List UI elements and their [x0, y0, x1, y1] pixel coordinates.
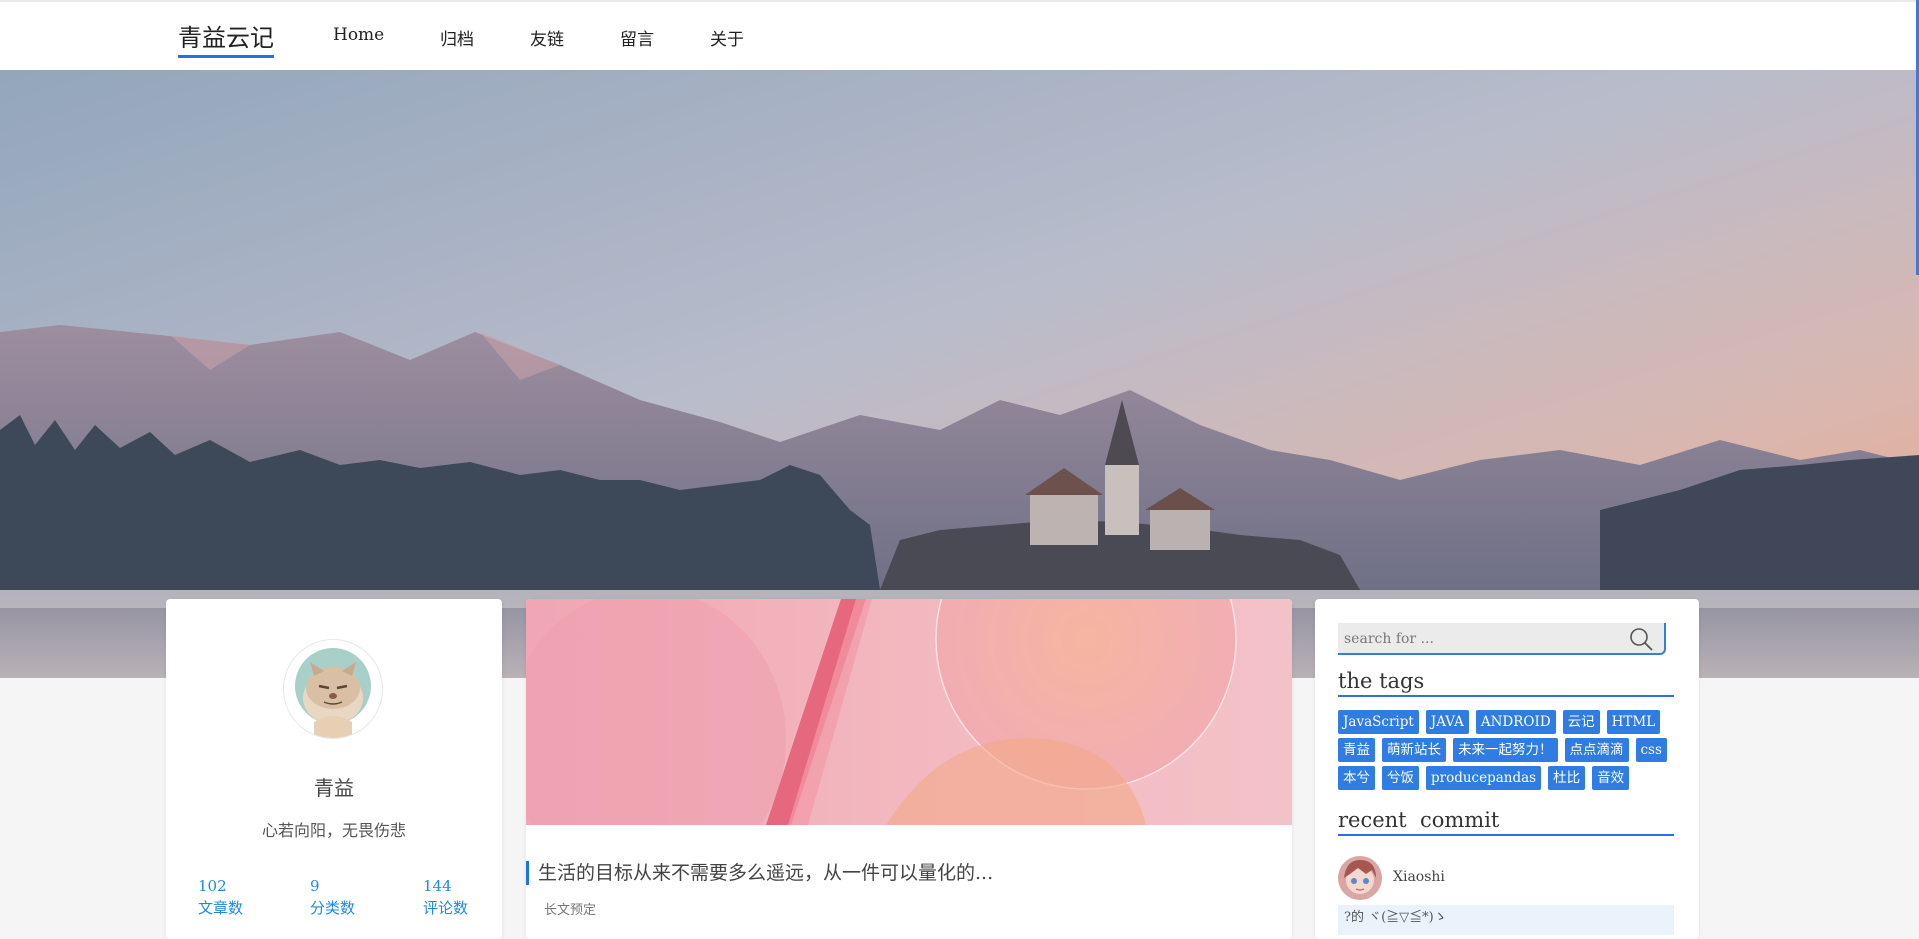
post-cover-image[interactable] [526, 599, 1292, 825]
tag-item[interactable]: 兮饭 [1382, 766, 1419, 790]
tag-item[interactable]: 杜比 [1548, 766, 1586, 790]
stat-categories[interactable]: 9 分类数 [310, 875, 355, 919]
tag-item[interactable]: 音效 [1592, 766, 1630, 790]
search-icon[interactable] [1628, 626, 1654, 652]
commenter-avatar[interactable] [1338, 856, 1382, 900]
tag-item[interactable]: 点点滴滴 [1564, 738, 1629, 762]
tag-item[interactable]: JAVA [1425, 710, 1469, 734]
stat-categories-count: 9 [310, 877, 320, 895]
tag-cloud: JavaScript JAVA ANDROID 云记 HTML 青益 萌新站长 … [1338, 710, 1678, 794]
tags-widget-title: the tags [1338, 669, 1674, 697]
sidebar-card: the tags JavaScript JAVA ANDROID 云记 HTML… [1315, 599, 1699, 939]
nav-item-about[interactable]: 关于 [710, 25, 744, 50]
stat-articles-count: 102 [198, 877, 227, 895]
post-cover-graphic [526, 599, 1292, 825]
nav-item-archive[interactable]: 归档 [440, 25, 474, 50]
recent-comment-text[interactable]: ?的 ヾ(≧▽≦*)ゝ [1338, 905, 1674, 935]
commenter-avatar-image [1338, 856, 1382, 900]
hero-banner [0, 70, 1919, 678]
stat-comments[interactable]: 144 评论数 [423, 875, 468, 919]
stat-articles[interactable]: 102 文章数 [198, 875, 243, 919]
nav-item-guestbook[interactable]: 留言 [620, 25, 654, 50]
hero-landscape-image [0, 70, 1919, 678]
post-card: 生活的目标从来不需要多么遥远，从一件可以量化的... 长文预定 [526, 599, 1292, 939]
tag-item[interactable]: 未来一起努力！ [1453, 738, 1558, 762]
tag-item[interactable]: JavaScript [1338, 710, 1419, 734]
tag-item[interactable]: 青益 [1338, 738, 1375, 762]
site-brand-link[interactable]: 青益云记 [178, 18, 274, 58]
tag-item[interactable]: 萌新站长 [1382, 738, 1446, 762]
tag-row: 本兮 兮饭 producepandas 杜比 音效 [1338, 766, 1678, 790]
recent-comments-title: recent commit [1338, 808, 1674, 836]
stat-comments-label: 评论数 [423, 899, 469, 917]
tag-item[interactable]: css [1635, 738, 1667, 762]
author-avatar[interactable] [283, 639, 383, 739]
tag-item[interactable]: HTML [1606, 710, 1661, 734]
commenter-name[interactable]: Xiaoshi [1393, 869, 1445, 885]
tag-item[interactable]: 云记 [1562, 710, 1600, 734]
tag-item[interactable]: 本兮 [1338, 766, 1375, 790]
stat-comments-count: 144 [423, 877, 452, 895]
author-motto: 心若向阳，无畏伤悲 [261, 821, 406, 840]
tag-row: 青益 萌新站长 未来一起努力！ 点点滴滴 css [1338, 738, 1678, 762]
search-input[interactable] [1338, 623, 1626, 655]
profile-card: 青益 心若向阳，无畏伤悲 102 文章数 9 分类数 144 评论数 [166, 599, 502, 939]
tag-row: JavaScript JAVA ANDROID 云记 HTML [1338, 710, 1678, 734]
nav-item-links[interactable]: 友链 [530, 25, 564, 50]
search-box [1338, 623, 1666, 655]
tag-item[interactable]: ANDROID [1475, 710, 1556, 734]
tag-item[interactable]: producepandas [1426, 766, 1542, 790]
author-name: 青益 [314, 776, 354, 800]
post-excerpt: 长文预定 [544, 903, 597, 918]
nav-item-home[interactable]: Home [333, 25, 384, 45]
cat-avatar-image [284, 640, 382, 738]
stat-articles-label: 文章数 [198, 899, 244, 917]
top-navbar: 青益云记 Home 归档 友链 留言 关于 [0, 0, 1919, 70]
stat-categories-label: 分类数 [310, 899, 356, 917]
post-title-link[interactable]: 生活的目标从来不需要多么遥远，从一件可以量化的... [526, 861, 993, 885]
